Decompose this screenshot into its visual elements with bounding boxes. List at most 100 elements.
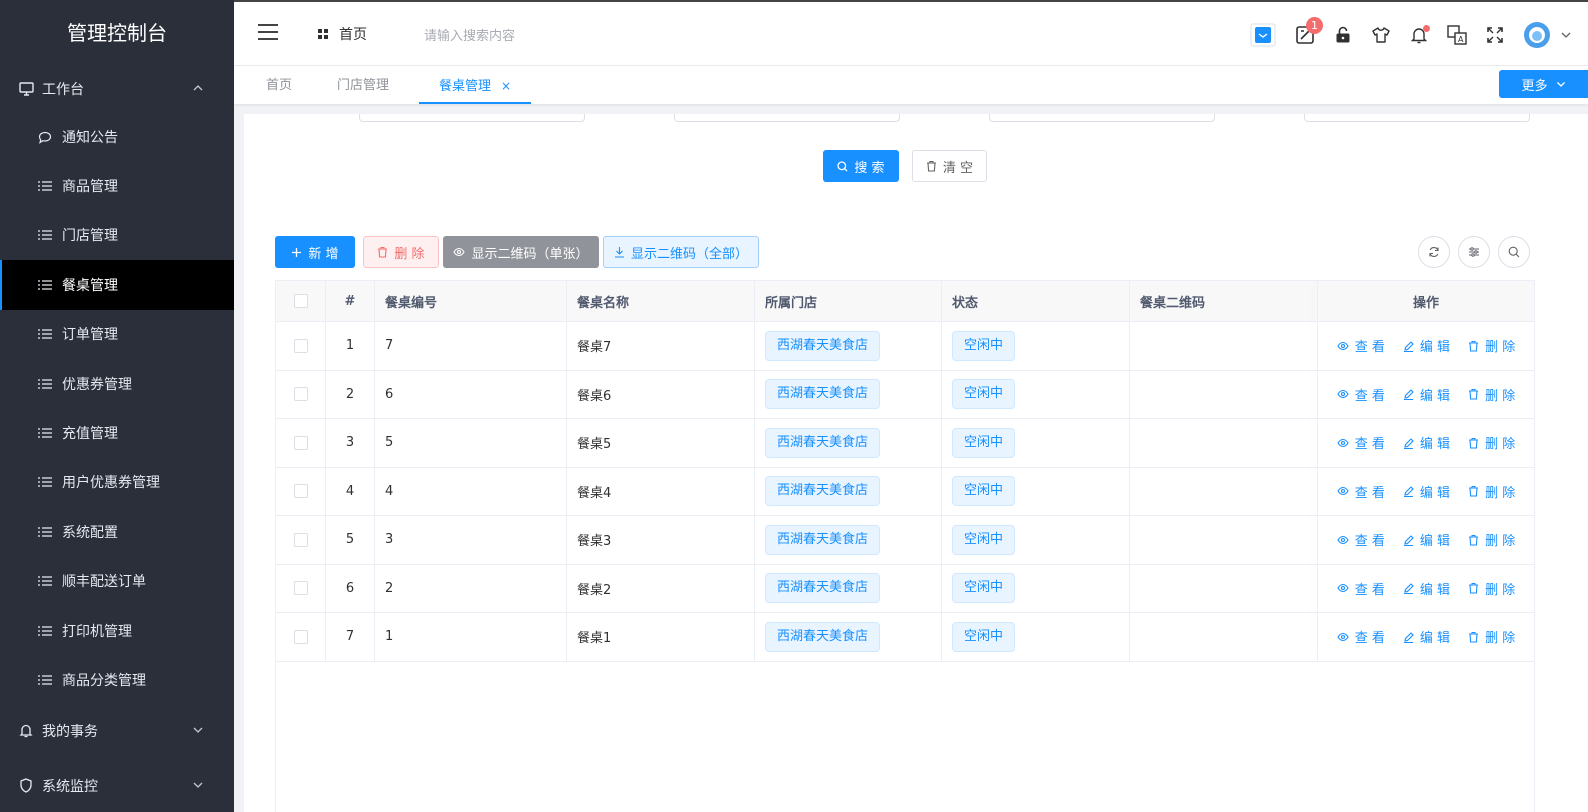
more-tabs-button[interactable]: 更多 [1499,70,1588,98]
edit-button[interactable]: 编 辑 [1403,482,1450,501]
sidebar-item[interactable]: 充值管理 [0,408,234,457]
edit-button[interactable]: 编 辑 [1403,385,1450,404]
sidebar-item[interactable]: 用户优惠券管理 [0,458,234,507]
edit-button[interactable]: 编 辑 [1403,627,1450,646]
sidebar-item[interactable]: 商品管理 [0,161,234,210]
trash-icon [1468,340,1479,352]
hamburger-menu-button[interactable] [258,24,278,42]
row-checkbox-cell [276,419,326,467]
delete-button-label: 删 除 [394,246,425,262]
add-button[interactable]: 新 增 [275,236,355,268]
eye-icon [1337,438,1349,448]
delete-row-button[interactable]: 删 除 [1468,482,1515,501]
action-label: 编 辑 [1419,340,1451,356]
row-checkbox[interactable] [293,338,308,353]
view-button[interactable]: 查 看 [1337,336,1385,355]
layout-select-button[interactable] [1244,15,1282,55]
store-cell: 西湖春天美食店 [755,370,942,418]
clear-button-label: 清 空 [942,160,974,176]
sidebar-item[interactable]: 门店管理 [0,211,234,260]
delete-row-button[interactable]: 删 除 [1468,579,1515,598]
chevron-down-icon[interactable] [1560,29,1572,41]
breadcrumb-home-label: 首页 [339,27,367,43]
view-button[interactable]: 查 看 [1337,385,1385,404]
breadcrumb-home[interactable]: 首页 [318,24,367,44]
sidebar-item[interactable]: 餐桌管理 [0,260,234,310]
close-icon[interactable]: × [501,79,511,93]
tab-home[interactable]: 首页 [266,66,292,104]
theme-button[interactable] [1362,15,1400,55]
delete-row-button[interactable]: 删 除 [1468,336,1515,355]
sidebar-group-workbench[interactable]: 工作台 [0,66,234,112]
edit-button[interactable]: 编 辑 [1403,579,1450,598]
select-all-checkbox[interactable] [293,294,308,308]
notice-doc-button[interactable]: 1 [1286,15,1324,55]
eye-icon [453,247,466,257]
sidebar-item[interactable]: 打印机管理 [0,606,234,655]
row-checkbox[interactable] [293,484,308,499]
view-button[interactable]: 查 看 [1337,530,1385,549]
tab-store-management[interactable]: 门店管理 [337,66,389,104]
delete-row-button[interactable]: 删 除 [1468,433,1515,452]
sidebar-item[interactable]: 通知公告 [0,112,234,161]
delete-row-button[interactable]: 删 除 [1468,530,1515,549]
action-label: 编 辑 [1419,631,1451,647]
sidebar-item[interactable]: 顺丰配送订单 [0,557,234,606]
sidebar-item[interactable]: 订单管理 [0,310,234,359]
show-qr-all-button[interactable]: 显示二维码（全部） [603,236,759,268]
tab-table-management[interactable]: 餐桌管理 × [419,66,532,104]
sidebar-group-label: 工作台 [42,82,84,98]
delete-row-button[interactable]: 删 除 [1468,627,1515,646]
toggle-search-button[interactable] [1498,236,1530,268]
view-button[interactable]: 查 看 [1337,433,1385,452]
row-checkbox[interactable] [293,387,308,402]
header-checkbox-cell [276,281,326,321]
edit-button[interactable]: 编 辑 [1403,530,1450,549]
filter-input-stub[interactable] [1304,114,1530,122]
edit-button[interactable]: 编 辑 [1403,433,1450,452]
row-actions: 查 看编 辑删 除 [1318,336,1534,355]
refresh-button[interactable] [1418,236,1450,268]
user-avatar-button[interactable] [1514,15,1560,55]
filter-input-stub[interactable] [359,114,585,122]
columns-settings-button[interactable] [1458,236,1490,268]
sidebar-group-affairs[interactable]: 我的事务 [0,708,234,754]
trash-icon [1468,388,1479,400]
row-checkbox[interactable] [293,581,308,596]
language-button[interactable]: A [1438,15,1476,55]
lock-screen-button[interactable] [1324,15,1362,55]
search-input[interactable] [424,22,664,50]
fullscreen-button[interactable] [1476,15,1514,55]
sidebar-item[interactable]: 商品分类管理 [0,655,234,704]
qrcode-cell [1130,516,1318,564]
top-header: 首页 1 A [234,0,1588,66]
sidebar-item-label: 餐桌管理 [62,277,118,294]
eye-icon [1337,389,1349,399]
view-button[interactable]: 查 看 [1337,482,1385,501]
delete-row-button[interactable]: 删 除 [1468,385,1515,404]
clear-button[interactable]: 清 空 [912,150,987,182]
action-label: 编 辑 [1419,388,1451,404]
edit-button[interactable]: 编 辑 [1403,336,1450,355]
view-button[interactable]: 查 看 [1337,579,1385,598]
row-checkbox-cell [276,467,326,515]
action-label: 删 除 [1485,388,1516,404]
sidebar-group-monitor[interactable]: 系统监控 [0,763,234,809]
table-row: 3 5 餐桌5 西湖春天美食店 空闲中 查 看 编 辑 删 除 [276,419,1534,468]
row-checkbox[interactable] [293,435,308,450]
chevron-up-icon [193,85,203,91]
search-button[interactable]: 搜 索 [823,150,899,182]
row-index: 6 [326,564,375,612]
sidebar-item[interactable]: 优惠券管理 [0,359,234,408]
delete-button[interactable]: 删 除 [363,236,439,268]
action-label: 查 看 [1354,437,1385,453]
filter-input-stub[interactable] [674,114,900,122]
row-checkbox[interactable] [293,532,308,547]
view-button[interactable]: 查 看 [1337,627,1385,646]
filter-input-stub[interactable] [989,114,1215,122]
show-qr-single-button[interactable]: 显示二维码（单张） [443,236,599,268]
row-checkbox[interactable] [293,629,308,644]
notifications-button[interactable] [1400,15,1438,55]
column-header-code: 餐桌编号 [375,281,567,321]
sidebar-item[interactable]: 系统配置 [0,507,234,556]
